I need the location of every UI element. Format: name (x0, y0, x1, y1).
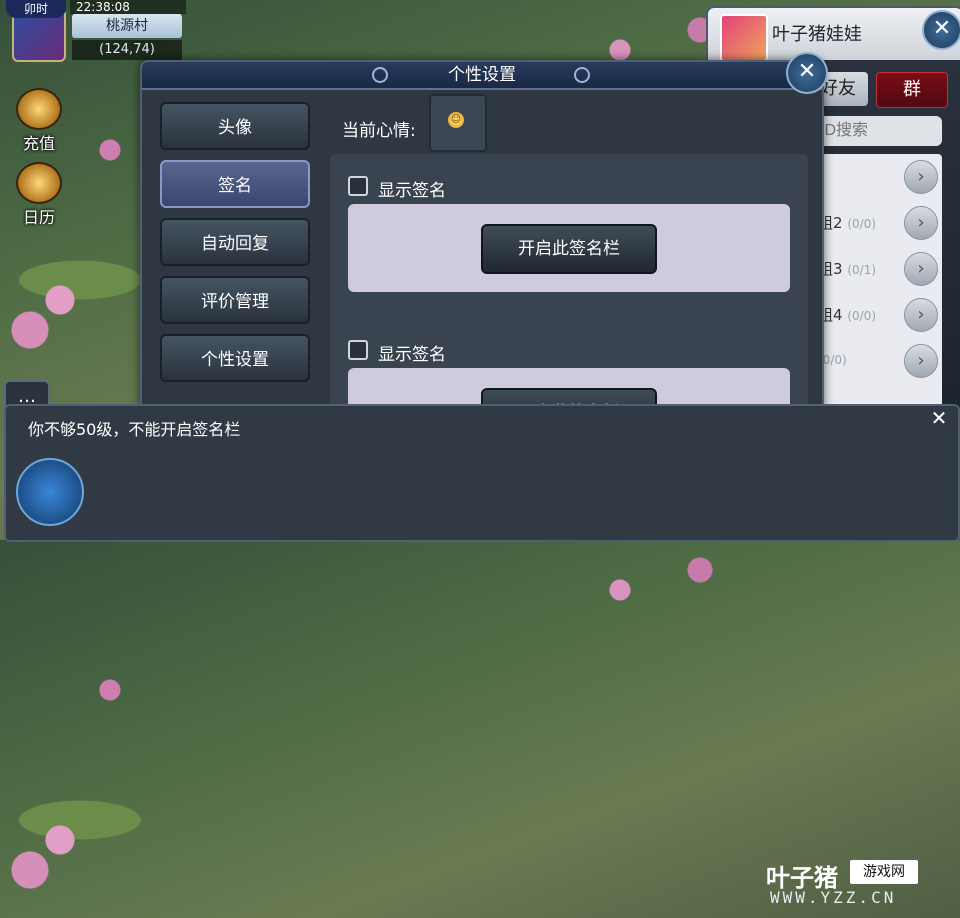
show-signature-checkbox[interactable] (348, 340, 368, 360)
show-signature-label: 显示签名 (378, 345, 446, 365)
friend-group-row[interactable]: 组3 (0/1) › (812, 246, 942, 292)
watermark-url: WWW.YZZ.CN (770, 888, 897, 907)
friend-avatar[interactable] (720, 14, 768, 62)
enable-signature-button[interactable]: 开启此签名栏 (481, 224, 657, 274)
friend-group-count: (0/0) (847, 309, 877, 323)
menu-personal-settings[interactable]: 个性设置 (160, 334, 310, 382)
dialog-titlebar: 个性设置 (142, 62, 822, 90)
friend-header: 叶子猪娃娃 ✕ (708, 8, 960, 62)
friend-group-count: (0/1) (847, 263, 877, 277)
chevron-right-icon[interactable]: › (904, 206, 938, 240)
smiley-icon: ☺ (448, 112, 464, 128)
message-bar: 你不够50级，不能开启签名栏 ✕ 叶子猪 游戏网 WWW.YZZ.CN (4, 404, 960, 907)
clock: 22:38:08 (70, 0, 186, 14)
message-close-button[interactable]: ✕ (926, 406, 952, 430)
watermark: 叶子猪 游戏网 WWW.YZZ.CN (766, 858, 956, 918)
calendar-button[interactable]: 日历 (8, 162, 70, 227)
map-name[interactable]: 桃源村 (72, 14, 182, 38)
friend-group-count: (0/0) (847, 217, 877, 231)
coordinates: (124,74) (72, 40, 182, 60)
menu-signature[interactable]: 签名 (160, 160, 310, 208)
voice-button[interactable] (16, 458, 84, 526)
ornament-icon (574, 67, 590, 83)
friend-group-row[interactable]: › (812, 154, 942, 200)
tab-group[interactable]: 群 (876, 72, 948, 108)
menu-auto-reply[interactable]: 自动回复 (160, 218, 310, 266)
friend-group-row[interactable]: 组2 (0/0) › (812, 200, 942, 246)
time-period: 卯时 (6, 0, 66, 18)
mood-label: 当前心情: (342, 121, 416, 141)
friend-group-row[interactable]: (0/0) › (812, 338, 942, 384)
coin-icon (16, 88, 62, 130)
dialog-close-button[interactable]: ✕ (786, 52, 828, 94)
chevron-right-icon[interactable]: › (904, 344, 938, 378)
menu-review-management[interactable]: 评价管理 (160, 276, 310, 324)
system-message: 你不够50级，不能开启签名栏 (28, 420, 241, 439)
show-signature-label: 显示签名 (378, 181, 446, 201)
recharge-label: 充值 (22, 134, 55, 153)
friend-search-input[interactable] (812, 116, 942, 146)
calendar-label: 日历 (22, 208, 55, 227)
personal-settings-dialog: 个性设置 头像 签名 自动回复 评价管理 个性设置 当前心情: ☺ 显示签名 开… (140, 60, 824, 424)
chevron-right-icon[interactable]: › (904, 298, 938, 332)
recharge-button[interactable]: 充值 (8, 88, 70, 153)
mood-selector[interactable]: ☺ (429, 94, 487, 152)
calendar-icon (16, 162, 62, 204)
friend-list: › 组2 (0/0) › 组3 (0/1) › 组4 (0/0) › (0/0)… (812, 154, 942, 424)
chevron-right-icon[interactable]: › (904, 160, 938, 194)
friend-close-button[interactable]: ✕ (922, 10, 960, 50)
signature-area: 显示签名 开启此签名栏 显示签名 开启此签名栏 (330, 154, 808, 416)
menu-avatar[interactable]: 头像 (160, 102, 310, 150)
location-panel: 卯时 22:38:08 桃源村 (124,74) (6, 0, 186, 62)
signature-box: 开启此签名栏 (348, 204, 790, 292)
watermark-site: 游戏网 (850, 860, 918, 884)
friend-group-row[interactable]: 组4 (0/0) › (812, 292, 942, 338)
dialog-title: 个性设置 (448, 65, 516, 85)
show-signature-checkbox[interactable] (348, 176, 368, 196)
chevron-right-icon[interactable]: › (904, 252, 938, 286)
friend-name: 叶子猪娃娃 (772, 24, 862, 45)
